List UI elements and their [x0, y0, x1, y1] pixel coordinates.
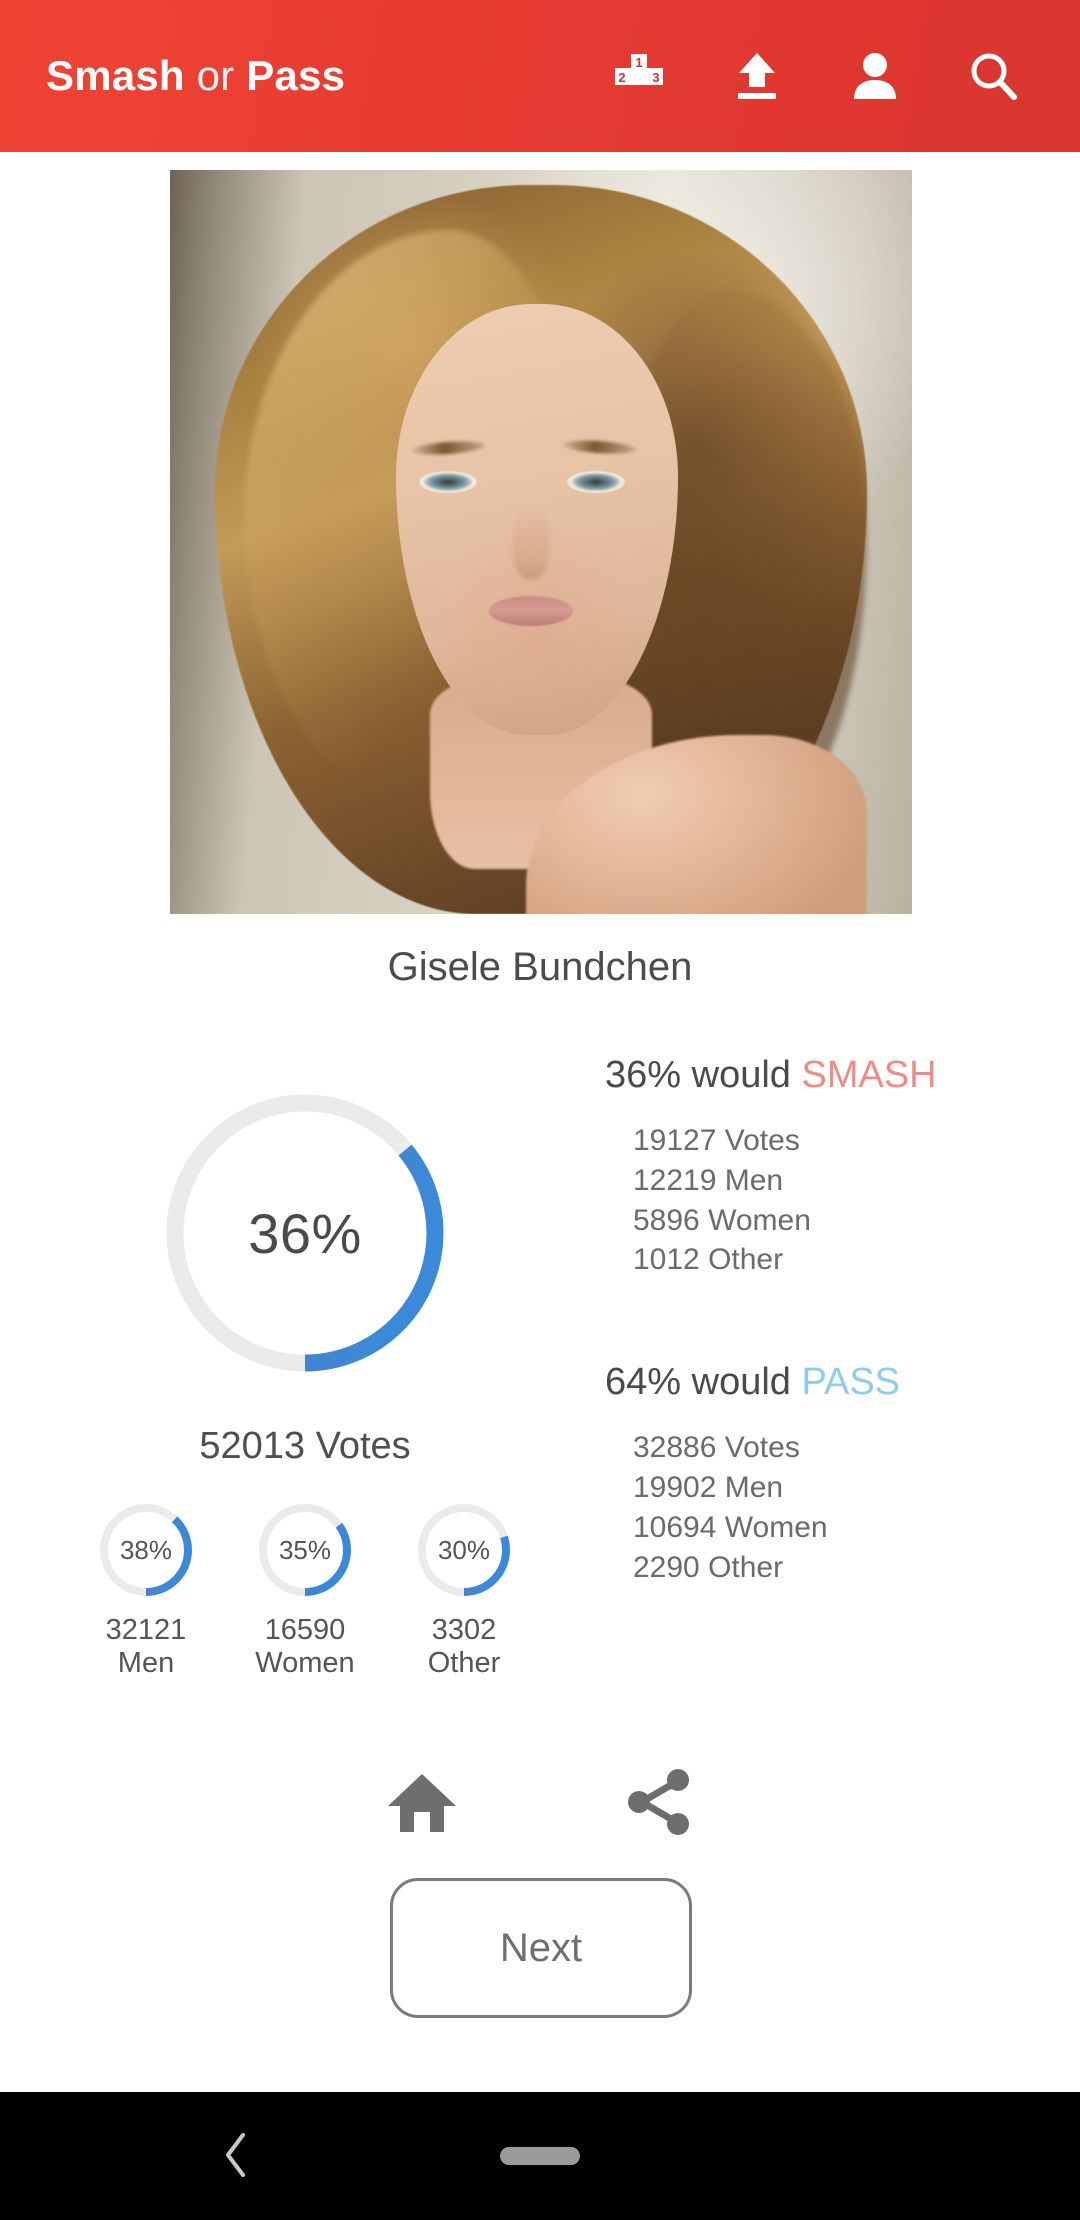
action-icon-row — [0, 1748, 1080, 1858]
svg-text:2: 2 — [618, 70, 625, 85]
profile-icon — [852, 51, 898, 101]
women-percent-label: 35% — [278, 1534, 332, 1565]
home-button[interactable] — [374, 1755, 470, 1851]
breakdown-item-women: 35% 16590 Women — [249, 1500, 361, 1680]
smash-headline: 36% would SMASH — [605, 1054, 1035, 1097]
back-chevron-icon — [219, 2129, 253, 2184]
system-navigation-bar — [0, 2092, 1080, 2220]
upload-button[interactable] — [720, 39, 794, 113]
other-group: Other — [427, 1647, 501, 1680]
list-item: 10694 Women — [633, 1510, 828, 1544]
breakdown-item-men: 38% 32121 Men — [90, 1500, 202, 1680]
search-icon — [968, 51, 1018, 101]
women-label: 16590 Women — [255, 1614, 354, 1680]
overall-smash-ring: 36% — [155, 1083, 455, 1383]
women-count: 16590 — [264, 1614, 346, 1646]
women-ring: 35% — [255, 1500, 355, 1600]
app-screen: Smash or Pass 1 2 3 Gisele Bundchen 36% … — [0, 0, 1080, 2220]
next-button[interactable]: Next — [390, 1878, 692, 2018]
title-word-or: or — [196, 52, 235, 99]
portrait-image — [170, 170, 912, 914]
list-item: 19127 Votes — [633, 1123, 800, 1157]
pass-headline-action: PASS — [801, 1361, 901, 1404]
page-title: Smash or Pass — [46, 55, 345, 97]
pass-headline-percent: 64% — [605, 1361, 682, 1404]
pass-headline-mid: would — [681, 1361, 802, 1404]
smash-stats-block: 36% would SMASH 19127 Votes 12219 Men 58… — [605, 1054, 1035, 1281]
upload-icon — [734, 51, 780, 101]
smash-stats-list: 19127 Votes 12219 Men 5896 Women 1012 Ot… — [605, 1121, 1035, 1281]
list-item: 5896 Women — [633, 1203, 811, 1237]
breakdown-item-other: 30% 3302 Other — [408, 1500, 520, 1680]
title-word-smash: Smash — [46, 52, 185, 99]
svg-text:3: 3 — [652, 70, 659, 85]
profile-button[interactable] — [838, 39, 912, 113]
men-label: 32121 Men — [106, 1614, 187, 1680]
other-label: 3302 Other — [428, 1614, 501, 1680]
list-item: 1012 Other — [633, 1243, 784, 1277]
eye-left — [418, 471, 477, 494]
app-bar-actions: 1 2 3 — [602, 39, 1080, 113]
subject-photo[interactable] — [170, 170, 912, 914]
list-item: 19902 Men — [633, 1471, 784, 1505]
men-count: 32121 — [105, 1614, 187, 1646]
smash-headline-mid: would — [681, 1054, 802, 1096]
list-item: 12219 Men — [633, 1163, 784, 1197]
search-button[interactable] — [956, 39, 1030, 113]
share-button[interactable] — [610, 1755, 706, 1851]
overall-percent-label: 36% — [248, 1201, 362, 1265]
app-bar: Smash or Pass 1 2 3 — [0, 0, 1080, 152]
smash-headline-action: SMASH — [801, 1054, 937, 1096]
total-votes-label: 52013 Votes — [199, 1425, 411, 1467]
list-item: 32886 Votes — [633, 1431, 800, 1465]
leaderboard-button[interactable]: 1 2 3 — [602, 39, 676, 113]
men-percent-label: 38% — [119, 1534, 173, 1565]
other-percent-label: 30% — [437, 1534, 491, 1565]
title-word-pass: Pass — [246, 52, 346, 99]
pass-headline: 64% would PASS — [605, 1361, 1035, 1404]
svg-text:1: 1 — [635, 55, 642, 70]
nav-home-pill[interactable] — [500, 2147, 580, 2165]
lips-shape — [489, 595, 574, 626]
list-item: 2290 Other — [633, 1550, 784, 1584]
men-ring: 38% — [96, 1500, 196, 1600]
home-icon — [386, 1768, 458, 1839]
women-group: Women — [255, 1647, 355, 1680]
leaderboard-icon: 1 2 3 — [614, 53, 664, 99]
pass-stats-list: 32886 Votes 19902 Men 10694 Women 2290 O… — [605, 1428, 1035, 1588]
pass-stats-block: 64% would PASS 32886 Votes 19902 Men 106… — [605, 1361, 1035, 1588]
other-count: 3302 — [431, 1614, 497, 1646]
demographic-breakdown: 38% 32121 Men 35% 16590 Women 30% 3302 O… — [90, 1500, 520, 1680]
men-group: Men — [117, 1647, 175, 1680]
smash-headline-percent: 36% — [605, 1054, 682, 1096]
other-ring: 30% — [414, 1500, 514, 1600]
nav-back-button[interactable] — [206, 2126, 266, 2186]
results-section: 36% 52013 Votes 38% 32121 Men 35% 16590 … — [0, 1054, 1080, 1695]
vote-stats-panel: 36% would SMASH 19127 Votes 12219 Men 58… — [605, 1054, 1035, 1588]
share-icon — [622, 1766, 694, 1841]
nose-shape — [512, 504, 549, 579]
subject-name: Gisele Bundchen — [387, 945, 693, 989]
